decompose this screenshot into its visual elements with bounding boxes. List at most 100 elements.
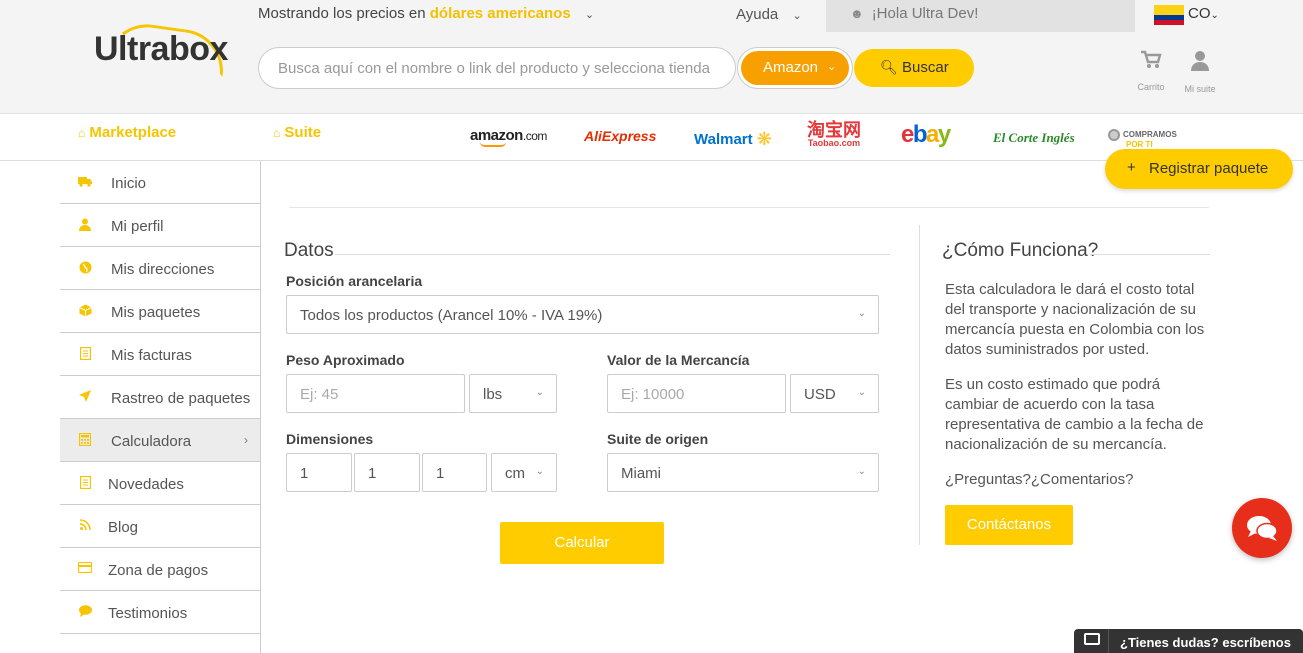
my-suite-link[interactable]: Mi suite (1183, 50, 1217, 94)
dimension-height-input[interactable]: 1 (422, 453, 487, 492)
sidebar-item-novedades[interactable]: Novedades (60, 462, 260, 505)
sidebar-item-testimonios[interactable]: Testimonios (60, 591, 260, 634)
sidebar-item-rastreo[interactable]: Rastreo de paquetes (60, 376, 260, 419)
chat-bubble-button[interactable] (1232, 498, 1292, 558)
nav-marketplace-label: Marketplace (89, 124, 177, 141)
location-arrow-icon (78, 390, 92, 404)
search-input[interactable]: Busca aquí con el nombre o link del prod… (278, 60, 710, 77)
sidebar-item-label: Testimonios (108, 605, 188, 622)
search-icon: 🔍︎ (880, 59, 898, 75)
sidebar-item-mis-facturas[interactable]: Mis facturas (60, 333, 260, 376)
sidebar-item-label: Blog (108, 519, 139, 536)
chevron-down-icon: ⌄ (827, 61, 837, 73)
user-greeting[interactable]: ☻ ¡Hola Ultra Dev! (850, 5, 978, 22)
store-logo-el-corte-ingles[interactable]: El Corte Inglés (993, 130, 1075, 146)
user-icon (78, 218, 92, 232)
weight-unit-value: lbs (483, 386, 503, 403)
nav-suite[interactable]: ⌂ Suite (273, 124, 321, 141)
info-paragraph-1: Esta calculadora le dará el costo total … (945, 281, 1205, 358)
store-logo-ebay[interactable]: ebay (901, 121, 951, 149)
chat-bar-separator (1108, 629, 1109, 653)
content-divider (289, 207, 1209, 208)
cart-link[interactable]: Carrito (1136, 50, 1166, 92)
sidebar-item-label: Zona de pagos (108, 562, 209, 579)
dimension-width-value: 1 (368, 465, 377, 482)
store-select[interactable]: Amazon ⌄ (741, 51, 849, 85)
dimension-height-value: 1 (436, 465, 445, 482)
document-icon (78, 346, 92, 361)
colombia-flag-icon[interactable] (1154, 5, 1184, 25)
document-icon (78, 475, 92, 490)
dimension-length-value: 1 (300, 465, 309, 482)
dimensions-label: Dimensiones (286, 431, 374, 447)
chevron-down-icon: ⌄ (1210, 10, 1219, 21)
chevron-down-icon: ⌄ (857, 387, 866, 398)
dimension-length-input[interactable]: 1 (286, 453, 352, 492)
sidebar-item-label: Mis direcciones (111, 261, 215, 278)
sidebar-item-mis-direcciones[interactable]: Mis direcciones (60, 247, 260, 290)
sidebar-item-inicio[interactable]: Inicio (60, 161, 260, 204)
tariff-select[interactable]: Todos los productos (Arancel 10% - IVA 1… (286, 295, 879, 334)
nav-marketplace[interactable]: ⌂ Marketplace (78, 124, 176, 141)
chat-bar-label: ¿Tienes dudas? escríbenos (1120, 635, 1291, 650)
country-code: CO (1188, 5, 1211, 22)
weight-unit-select[interactable]: lbs ⌄ (469, 374, 557, 413)
sidebar: Inicio Mi perfil Mis direcciones Mis paq… (60, 161, 261, 653)
dimension-width-input[interactable]: 1 (354, 453, 420, 492)
sidebar-item-blog[interactable]: Blog (60, 505, 260, 548)
calculator-icon (78, 432, 92, 447)
sidebar-item-zona-de-pagos[interactable]: Zona de pagos (60, 548, 260, 591)
store-select-label: Amazon (763, 59, 819, 76)
truck-icon (78, 175, 92, 189)
value-input[interactable]: Ej: 10000 (607, 374, 786, 413)
weight-input[interactable]: Ej: 45 (286, 374, 465, 413)
credit-card-icon (77, 561, 93, 576)
contact-button[interactable]: Contáctanos (945, 505, 1073, 545)
country-selector[interactable]: CO⌄ (1188, 5, 1219, 22)
ultrabox-logo[interactable]: Ultrabox (94, 30, 228, 69)
store-logo-aliexpress[interactable]: AliExpress (584, 128, 656, 144)
chat-bar[interactable]: ¿Tienes dudas? escríbenos (1074, 629, 1303, 653)
porti-text: POR TI (1126, 140, 1153, 149)
plus-icon: + (1127, 159, 1136, 176)
globe-icon (1108, 129, 1120, 141)
info-paragraph-3: ¿Preguntas?¿Comentarios? (945, 471, 1134, 488)
chevron-right-icon: › (244, 433, 248, 447)
help-menu[interactable]: Ayuda ⌄ (736, 6, 802, 23)
help-label: Ayuda (736, 6, 779, 23)
calculate-button[interactable]: Calcular (500, 522, 664, 564)
globe-icon (78, 261, 92, 275)
store-logo-taobao[interactable]: 淘宝网 Taobao.com (807, 120, 861, 148)
user-icon (1183, 50, 1217, 78)
comment-icon (78, 605, 92, 619)
taobao-text: 淘宝网 (807, 120, 861, 140)
dimension-unit-select[interactable]: cm ⌄ (491, 453, 557, 492)
origin-select[interactable]: Miami ⌄ (607, 453, 879, 492)
form-title-rule (335, 254, 890, 255)
ebay-a: a (926, 121, 939, 148)
info-title-rule (1090, 254, 1210, 255)
weight-label: Peso Aproximado (286, 352, 405, 368)
prices-text: Mostrando los precios en (258, 5, 426, 22)
currency-select[interactable]: USD ⌄ (790, 374, 879, 413)
value-placeholder: Ej: 10000 (621, 386, 685, 403)
store-logo-walmart[interactable]: Walmart ❋ (694, 128, 772, 149)
nav-suite-label: Suite (284, 124, 322, 141)
dimension-unit-value: cm (505, 465, 525, 482)
walmart-spark-icon: ❋ (756, 129, 772, 149)
chat-icon (1247, 516, 1278, 541)
currency-selector[interactable]: Mostrando los precios en dólares america… (258, 5, 594, 22)
home-icon: ⌂ (273, 126, 281, 140)
search-button[interactable]: 🔍︎ Buscar (854, 49, 974, 87)
sidebar-item-mis-paquetes[interactable]: Mis paquetes (60, 290, 260, 333)
store-logo-compramos-por-ti[interactable]: COMPRAMOS POR TI (1108, 129, 1177, 149)
sidebar-item-mi-perfil[interactable]: Mi perfil (60, 204, 260, 247)
form-title: Datos (284, 240, 334, 261)
sidebar-item-label: Mis facturas (111, 347, 192, 364)
register-package-button[interactable]: + Registrar paquete (1105, 149, 1293, 189)
mail-icon (1084, 633, 1100, 645)
chevron-down-icon: ⌄ (857, 308, 866, 319)
info-paragraph-2: Es un costo estimado que podrá cambiar d… (945, 376, 1204, 453)
sidebar-item-calculadora[interactable]: Calculadora › (60, 419, 260, 462)
weight-placeholder: Ej: 45 (300, 386, 339, 403)
